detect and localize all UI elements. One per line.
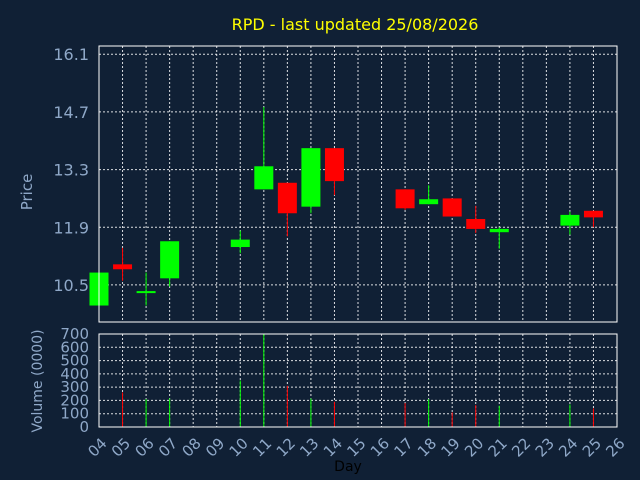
candles xyxy=(89,106,603,306)
x-tick-label: 25 xyxy=(579,434,605,460)
chart-title: RPD - last updated 25/08/2026 xyxy=(232,15,479,34)
candle-body xyxy=(113,264,133,270)
candle-body xyxy=(160,241,180,279)
candle-body xyxy=(442,198,462,217)
x-tick-label: 09 xyxy=(202,434,228,460)
x-tick-label: 04 xyxy=(84,434,110,460)
x-axis-label: Day xyxy=(334,459,362,475)
candle-body xyxy=(277,182,297,214)
candle-body xyxy=(136,291,156,294)
candle-body xyxy=(419,199,439,205)
x-tick-label: 20 xyxy=(461,434,487,460)
x-tick-label: 11 xyxy=(249,434,275,460)
x-tick-label: 08 xyxy=(179,434,205,460)
x-tick-label: 12 xyxy=(273,434,299,460)
candle-body xyxy=(583,210,603,218)
x-tick-label: 24 xyxy=(555,434,581,460)
x-tick-label: 06 xyxy=(131,434,157,460)
candle-body xyxy=(301,148,321,207)
x-tick-label: 07 xyxy=(155,434,181,460)
price-tick-label: 13.3 xyxy=(53,161,89,180)
grid xyxy=(99,46,617,427)
x-tick-label: 14 xyxy=(320,434,346,460)
volume-axis-label: Volume (0000) xyxy=(30,329,46,432)
x-tick-label: 18 xyxy=(414,434,440,460)
x-tick-label: 05 xyxy=(108,434,134,460)
volume-tick-label: 700 xyxy=(60,325,89,343)
x-tick-label: 10 xyxy=(226,434,252,460)
price-axis-label: Price xyxy=(18,174,36,211)
tick-labels: 0405060708091011121314151617181920212223… xyxy=(53,45,628,460)
candle-body xyxy=(395,189,415,209)
candle-body xyxy=(466,219,486,229)
x-tick-label: 16 xyxy=(367,434,393,460)
x-tick-label: 19 xyxy=(438,434,464,460)
price-tick-label: 16.1 xyxy=(53,45,89,64)
candle-body xyxy=(324,148,344,182)
x-tick-label: 13 xyxy=(296,434,322,460)
x-tick-label: 15 xyxy=(343,434,369,460)
x-tick-label: 23 xyxy=(532,434,558,460)
x-tick-label: 17 xyxy=(390,434,416,460)
x-tick-label: 21 xyxy=(485,434,511,460)
candle-body xyxy=(254,166,274,190)
x-tick-label: 26 xyxy=(602,434,628,460)
stock-chart: RPD - last updated 25/08/2026 Price Volu… xyxy=(18,15,629,475)
candle-body xyxy=(489,228,509,233)
price-tick-label: 14.7 xyxy=(53,103,89,122)
x-tick-label: 22 xyxy=(508,434,534,460)
price-tick-label: 11.9 xyxy=(53,218,89,237)
candle-body xyxy=(560,214,580,226)
price-tick-label: 10.5 xyxy=(53,276,89,295)
candle-body xyxy=(230,239,250,248)
